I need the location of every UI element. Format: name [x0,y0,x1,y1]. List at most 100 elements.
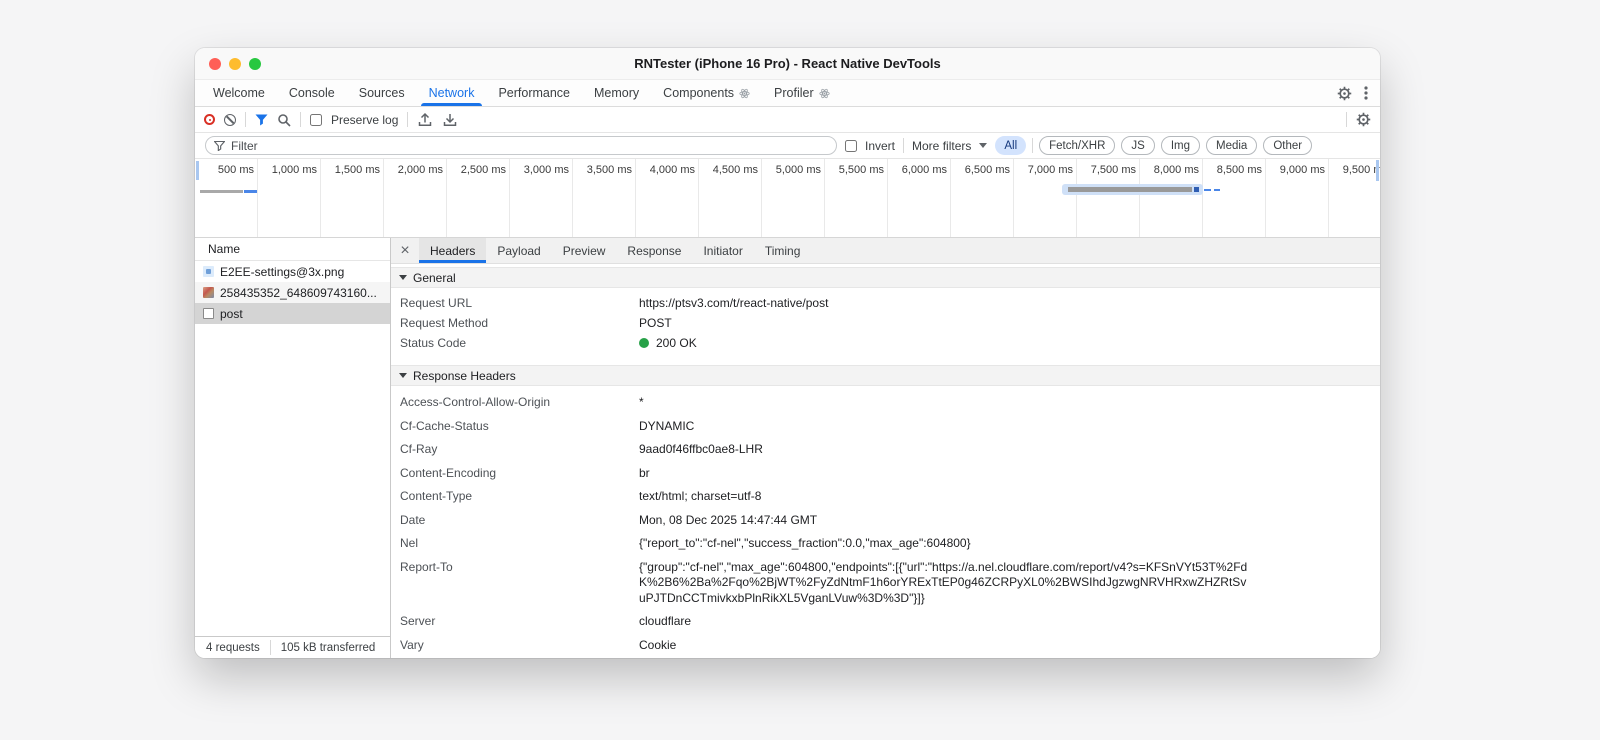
header-name: Content-Type [400,489,473,503]
header-row: Date Mon, 08 Dec 2025 14:47:44 GMT [391,509,1380,533]
header-name: Nel [400,536,419,550]
header-row: Cf-Cache-Status DYNAMIC [391,415,1380,439]
tab-label: Profiler [774,86,814,100]
detail-tab-headers[interactable]: Headers [419,238,487,263]
header-row: Report-To {"group":"cf-nel","max_age":604… [391,556,1380,611]
tab-label: Memory [594,86,640,100]
timeline-tick: 3,000 ms [510,159,573,237]
filter-row: Invert More filters All Fetch/XHR JS Img Med… [195,133,1380,159]
header-value: {"report_to":"cf-nel","success_fraction"… [639,536,971,550]
header-row: Content-Encoding br [391,462,1380,486]
clear-network-log-button[interactable] [224,113,236,126]
network-overview-timeline[interactable]: 500 ms 1,000 ms 1,500 ms 2,000 ms 2,500 ms 3,… [195,159,1380,238]
filter-divider [903,138,905,153]
timeline-tick: 4,500 ms [699,159,762,237]
header-value: DYNAMIC [639,418,695,433]
request-row-258435352-648609743160[interactable]: 258435352_648609743160... [195,282,390,303]
header-row: Server cloudflare [391,610,1380,634]
filter-chip-js[interactable]: JS [1121,136,1155,155]
network-settings-gear-icon[interactable] [1356,112,1371,127]
tab-sources[interactable]: Sources [347,80,417,106]
filter-chip-media[interactable]: Media [1205,136,1258,155]
react-atom-icon [818,88,830,99]
header-name: Cf-Cache-Status [400,418,489,433]
tab-label: Console [288,86,335,100]
request-list-panel: Name E2EE-settings@3x.png 258435352_64860… [195,238,391,658]
filter-input-pill[interactable] [205,136,837,155]
record-network-log-button[interactable] [204,114,215,125]
close-window-button[interactable] [209,57,221,70]
headers-content: General Request URL https://ptsv3.com/t/re… [391,264,1380,658]
detail-tab-timing[interactable]: Timing [754,238,812,263]
header-value: 9aad0f46ffbc0ae8-LHR [639,442,763,456]
request-row-post[interactable]: post [195,303,390,324]
search-icon[interactable] [277,113,291,127]
request-name: post [220,306,243,321]
header-value: cloudflare [639,614,692,628]
timeline-tick: 6,500 ms [951,159,1014,237]
detail-tab-payload[interactable]: Payload [486,238,551,263]
devtools-settings-gear-icon[interactable] [1337,86,1352,101]
header-name: Request URL [400,296,473,310]
header-value: text/html; charset=utf-8 [639,489,762,503]
header-name: Server [400,614,436,628]
header-name: Content-Encoding [400,465,497,480]
more-filters-button[interactable]: More filters [912,139,988,153]
filter-chip-all[interactable]: All [995,136,1027,155]
tab-components[interactable]: Components [651,80,762,106]
react-atom-icon [739,88,750,99]
header-value: Cookie [639,637,677,652]
detail-tab-preview[interactable]: Preview [552,238,617,263]
tab-label: Sources [358,86,405,100]
section-header-response-headers[interactable]: Response Headers [391,365,1380,386]
tab-network[interactable]: Network [417,80,487,106]
status-divider [269,640,271,655]
waterfall-bar-post-end [1194,187,1199,192]
timeline-tick: 8,000 ms [1140,159,1203,237]
export-har-icon[interactable] [442,112,458,128]
tab-welcome[interactable]: Welcome [201,80,277,106]
filter-chip-img[interactable]: Img [1160,136,1200,155]
filter-input[interactable] [231,138,828,153]
timeline-tick: 9,500 ms [1329,159,1380,237]
header-row: Status Code 200 OK [391,333,1380,353]
tab-memory[interactable]: Memory [582,80,651,106]
window-title: RNTester (iPhone 16 Pro) - React Native … [634,56,941,71]
header-name: Access-Control-Allow-Origin [400,395,551,409]
import-har-icon[interactable] [417,112,433,128]
header-value: br [639,465,650,480]
toolbar-divider [245,112,246,127]
filter-chip-other[interactable]: Other [1263,136,1313,155]
preserve-log-checkbox[interactable] [310,113,322,126]
devtools-window: RNTester (iPhone 16 Pro) - React Native … [195,48,1380,658]
header-value: * [639,395,644,409]
close-detail-icon[interactable]: × [391,238,419,263]
zoom-window-button[interactable] [249,57,261,70]
waterfall-edge-left [196,161,199,180]
timeline-tick: 2,000 ms [384,159,447,237]
chevron-down-icon [979,143,988,148]
detail-tab-response[interactable]: Response [616,238,692,263]
kebab-menu-icon[interactable] [1364,85,1368,101]
main-tab-strip: Welcome Console Sources Network Performance M… [195,80,1380,107]
timeline-tick: 1,000 ms [258,159,321,237]
invert-label: Invert [865,138,896,153]
tab-console[interactable]: Console [277,80,347,106]
timeline-tick: 9,000 ms [1266,159,1329,237]
detail-tab-initiator[interactable]: Initiator [692,238,753,263]
filter-chip-fetch-xhr[interactable]: Fetch/XHR [1039,136,1116,155]
minimize-window-button[interactable] [229,57,241,70]
name-column-header[interactable]: Name [195,238,390,261]
tab-performance[interactable]: Performance [486,80,582,106]
request-row-e2ee-settings-3x-png[interactable]: E2EE-settings@3x.png [195,261,390,282]
toolbar-divider [407,112,409,127]
filter-funnel-icon[interactable] [255,114,268,126]
tab-profiler[interactable]: Profiler [762,80,842,106]
header-row: Request URL https://ptsv3.com/t/react-nat… [391,293,1380,313]
tab-label: Welcome [213,86,265,100]
network-status-bar: 4 requests 105 kB transferred [195,636,390,658]
timeline-tick: 1,500 ms [321,159,384,237]
collapse-triangle-icon [399,275,407,280]
invert-checkbox[interactable] [845,139,857,152]
section-header-general[interactable]: General [391,267,1380,288]
